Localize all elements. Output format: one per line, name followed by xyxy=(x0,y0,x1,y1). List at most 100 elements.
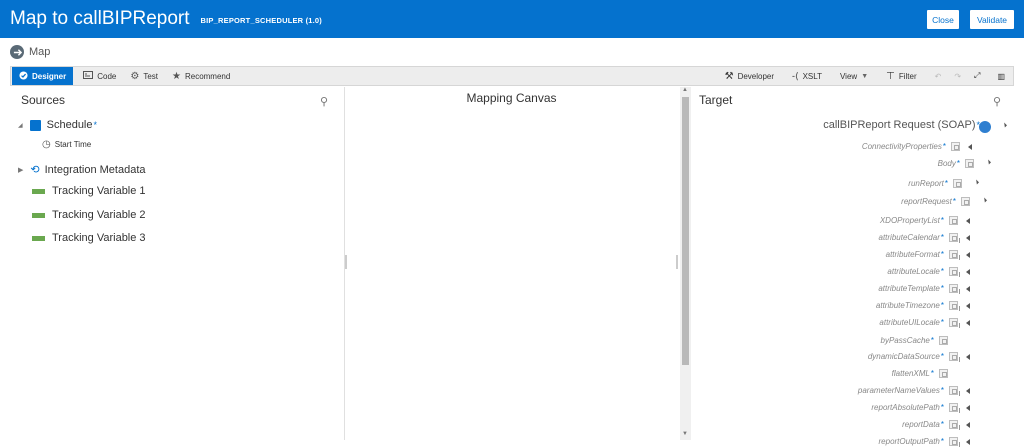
validate-button[interactable]: Validate xyxy=(970,10,1014,29)
close-button[interactable]: Close xyxy=(927,10,959,29)
element-icon xyxy=(949,318,960,328)
developer-icon: ⚒ xyxy=(724,70,734,82)
element-icon xyxy=(949,216,958,225)
target-node-label: reportAbsolutePath xyxy=(871,403,940,412)
redo-icon[interactable]: ↷ xyxy=(950,72,965,81)
target-node[interactable]: reportRequest * xyxy=(901,197,970,206)
tab-test-label: Test xyxy=(143,71,158,81)
expand-icon[interactable]: ▶ xyxy=(18,166,23,174)
target-node-label: attributeCalendar xyxy=(878,233,940,242)
required-marker: * xyxy=(956,159,960,168)
required-marker: * xyxy=(93,120,98,130)
undo-icon[interactable]: ↶ xyxy=(926,72,951,81)
target-node[interactable]: XDOPropertyList * xyxy=(880,216,958,225)
expand-icon[interactable] xyxy=(966,218,970,224)
target-node[interactable]: dynamicDataSource * xyxy=(867,352,960,362)
canvas-scrollbar[interactable]: ▲ ▼ xyxy=(680,87,691,440)
target-node[interactable]: flattenXML * xyxy=(892,369,948,378)
designer-icon xyxy=(19,70,28,82)
developer-label: Developer xyxy=(737,71,775,81)
mapping-canvas[interactable]: Mapping Canvas xyxy=(345,87,680,440)
target-node[interactable]: attributeTemplate * xyxy=(878,284,960,294)
target-node-label: attributeTemplate xyxy=(878,284,940,293)
source-item-label: Schedule xyxy=(46,119,93,131)
required-marker: * xyxy=(940,233,944,242)
collapse-icon[interactable]: ◢ xyxy=(18,122,23,129)
expand-icon[interactable] xyxy=(966,303,970,309)
source-item-label: Start Time xyxy=(54,140,92,149)
target-node[interactable]: ConnectivityProperties * xyxy=(862,142,960,151)
tab-code[interactable]: Code xyxy=(76,67,123,85)
expand-icon[interactable] xyxy=(968,144,972,150)
filter-label: Filter xyxy=(898,71,917,81)
target-root[interactable]: callBIPReport Request (SOAP)* xyxy=(823,119,980,131)
target-node[interactable]: byPassCache * xyxy=(881,336,948,345)
target-node[interactable]: attributeUILocale * xyxy=(879,318,960,328)
target-node[interactable]: attributeFormat * xyxy=(886,250,960,260)
expand-icon[interactable] xyxy=(966,405,970,411)
search-icon[interactable]: ⚲ xyxy=(993,95,1001,108)
element-icon xyxy=(949,420,960,430)
target-node[interactable]: attributeLocale * xyxy=(887,267,960,277)
breadcrumb[interactable]: Map xyxy=(10,44,50,60)
expand-icon[interactable] xyxy=(966,252,970,258)
resize-handle[interactable] xyxy=(676,255,678,269)
source-item-integration-metadata[interactable]: ▶ ⟲ Integration Metadata xyxy=(18,163,146,177)
expand-icon[interactable] xyxy=(966,320,970,326)
required-marker: * xyxy=(940,403,944,412)
scrollbar-thumb[interactable] xyxy=(682,97,689,365)
tab-test[interactable]: ⚙ Test xyxy=(123,67,165,85)
xslt-button[interactable]: -⟨ XSLT xyxy=(783,71,831,82)
target-node[interactable]: reportOutputPath * xyxy=(879,437,960,447)
tab-recommend[interactable]: ★ Recommend xyxy=(165,67,237,85)
target-node-label: dynamicDataSource xyxy=(867,352,940,361)
target-node[interactable]: runReport * xyxy=(908,179,962,188)
source-item-tracking-2[interactable]: Tracking Variable 2 xyxy=(32,209,146,221)
panel-toggle-icon[interactable]: ▥ xyxy=(989,72,1013,81)
target-node-label: reportData xyxy=(902,420,940,429)
expand-icon[interactable] xyxy=(966,235,970,241)
source-item-label: Tracking Variable 2 xyxy=(52,209,146,221)
scroll-down-icon[interactable]: ▼ xyxy=(682,431,688,437)
collapse-icon[interactable] xyxy=(986,159,991,165)
breadcrumb-label: Map xyxy=(29,46,51,58)
required-marker: * xyxy=(940,284,944,293)
source-item-start-time[interactable]: ◷ Start Time xyxy=(42,139,91,150)
expand-icon[interactable] xyxy=(966,388,970,394)
source-item-schedule[interactable]: ◢ Schedule * xyxy=(18,119,97,131)
developer-button[interactable]: ⚒ Developer xyxy=(716,71,783,82)
source-item-tracking-1[interactable]: Tracking Variable 1 xyxy=(32,185,146,197)
target-node[interactable]: Body * xyxy=(938,159,974,168)
target-node[interactable]: reportData * xyxy=(902,420,960,430)
maximize-icon[interactable]: ⤢ xyxy=(965,71,989,81)
element-icon xyxy=(949,250,960,260)
source-item-tracking-3[interactable]: Tracking Variable 3 xyxy=(32,232,146,244)
target-node[interactable]: attributeTimezone * xyxy=(876,301,960,311)
target-node-label: attributeUILocale xyxy=(879,318,940,327)
target-node-label: flattenXML xyxy=(891,369,930,378)
page-title: Map to callBIPReport xyxy=(10,8,190,29)
target-node[interactable]: attributeCalendar * xyxy=(878,233,960,243)
target-node[interactable]: parameterNameValues * xyxy=(858,386,960,396)
search-icon[interactable]: ⚲ xyxy=(320,95,328,108)
expand-icon[interactable] xyxy=(966,422,970,428)
tab-designer[interactable]: Designer xyxy=(12,67,74,85)
expand-icon[interactable] xyxy=(966,269,970,275)
soap-icon xyxy=(979,121,991,133)
collapse-icon[interactable] xyxy=(974,179,979,185)
element-icon xyxy=(953,179,962,188)
view-menu[interactable]: View ▼ xyxy=(831,72,877,81)
collapse-icon[interactable] xyxy=(1002,122,1007,128)
expand-icon[interactable] xyxy=(966,354,970,360)
collapse-icon[interactable] xyxy=(982,197,987,203)
scroll-up-icon[interactable]: ▲ xyxy=(682,87,688,93)
target-node[interactable]: reportAbsolutePath * xyxy=(871,403,960,413)
required-marker: * xyxy=(940,420,944,429)
target-node-label: reportRequest xyxy=(901,197,952,206)
expand-icon[interactable] xyxy=(966,286,970,292)
element-icon xyxy=(949,386,960,396)
target-node-label: byPassCache xyxy=(880,336,930,345)
target-title: Target xyxy=(699,93,733,107)
element-icon xyxy=(949,284,960,294)
filter-button[interactable]: ⊤ Filter xyxy=(877,71,926,82)
